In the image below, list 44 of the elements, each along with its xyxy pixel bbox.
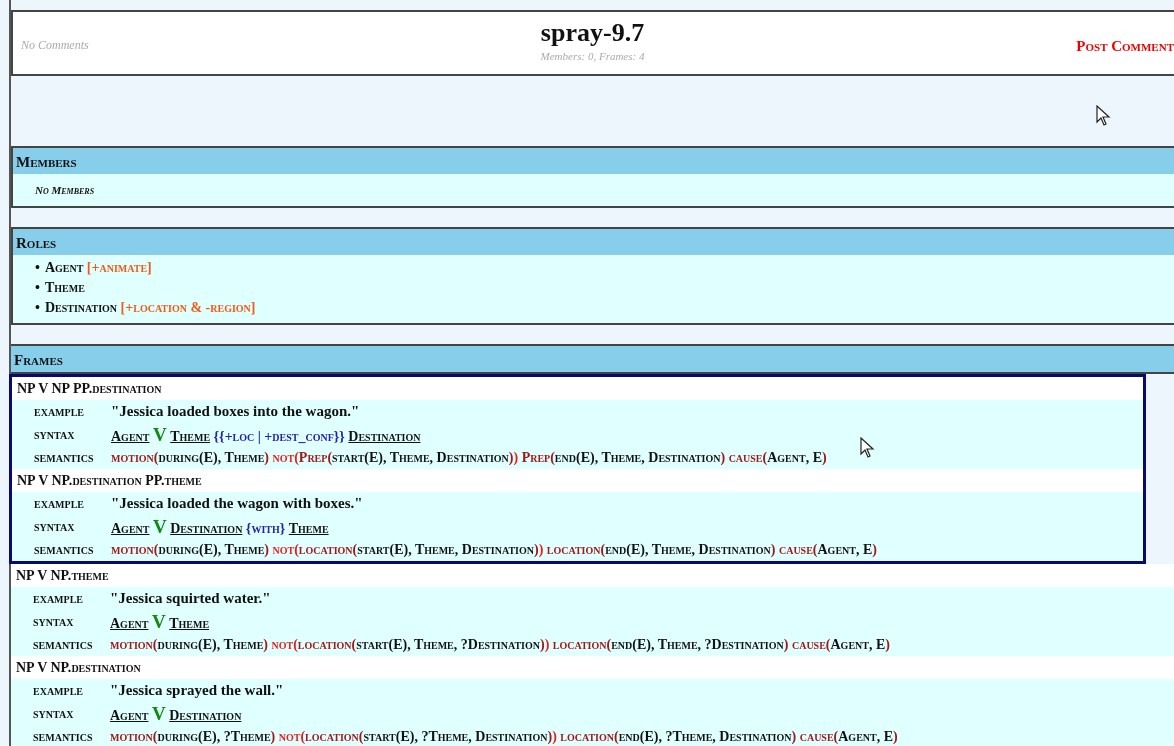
field-label: example xyxy=(34,402,85,421)
syntax-text: Agent V Destination xyxy=(110,701,242,725)
field-label: syntax xyxy=(34,517,76,536)
field-label: semantics xyxy=(33,635,94,654)
mouse-pointer-icon xyxy=(860,437,876,459)
example-sentence: "Jessica loaded the wagon with boxes." xyxy=(111,493,363,513)
field-label: syntax xyxy=(33,704,75,723)
frame-description: NP V NP.theme xyxy=(11,563,1174,587)
comments-count: No Comments xyxy=(21,37,89,54)
field-label: semantics xyxy=(33,727,94,746)
field-label: syntax xyxy=(34,425,76,444)
field-label: semantics xyxy=(34,540,95,559)
syntax-text: Agent V Destination {with} Theme xyxy=(111,514,329,538)
field-label: example xyxy=(33,589,84,608)
field-label: syntax xyxy=(33,612,75,631)
bullet-marker: • xyxy=(35,278,40,297)
section-heading: Frames xyxy=(11,345,1174,372)
semantics-text: motion(during(E), Theme) not(location(start(E), Theme, Destination)) location(end(E), Theme, Destination) cause(Agent, E) xyxy=(111,540,877,559)
frame-description: NP V NP.destination xyxy=(11,655,1174,679)
mouse-pointer-icon xyxy=(1096,105,1112,127)
role-item: Theme xyxy=(44,278,85,297)
field-label: semantics xyxy=(34,448,95,467)
role-item: Agent [+animate] xyxy=(44,258,152,277)
section-heading: Roles xyxy=(13,228,1174,255)
empty-message: No Members xyxy=(34,183,95,198)
field-label: example xyxy=(34,494,85,513)
syntax-text: Agent V Theme {{+loc | +dest_conf}} Destination xyxy=(111,422,421,446)
bullet-marker: • xyxy=(35,258,40,277)
example-sentence: "Jessica sprayed the wall." xyxy=(110,680,284,700)
syntax-text: Agent V Theme xyxy=(110,609,210,633)
field-label: example xyxy=(33,681,84,700)
page-title: spray-9.7 xyxy=(540,18,645,48)
semantics-text: motion(during(E), ?Theme) not(location(start(E), ?Theme, Destination)) location(end(E), ?Theme, Destination) cause(Agent, E) xyxy=(110,727,898,746)
post-comment-link[interactable]: Post Comment xyxy=(1076,35,1174,58)
example-sentence: "Jessica squirted water." xyxy=(110,588,271,608)
bullet-marker: • xyxy=(35,298,40,317)
page-subtitle: Members: 0, Frames: 4 xyxy=(540,49,645,64)
role-item: Destination [+location & -region] xyxy=(44,298,256,317)
frame-description: NP V NP.destination PP.theme xyxy=(12,468,1143,492)
frame-description: NP V NP PP.destination xyxy=(12,376,1143,400)
semantics-text: motion(during(E), Theme) not(Prep(start(E), Theme, Destination)) Prep(end(E), Theme, Destination) cause(Agent, E) xyxy=(111,448,827,467)
semantics-text: motion(during(E), Theme) not(location(start(E), Theme, ?Destination)) location(end(E), Theme, ?Destination) cause(Agent, E) xyxy=(110,635,890,654)
example-sentence: "Jessica loaded boxes into the wagon." xyxy=(111,401,360,421)
section-heading: Members xyxy=(13,148,1174,174)
